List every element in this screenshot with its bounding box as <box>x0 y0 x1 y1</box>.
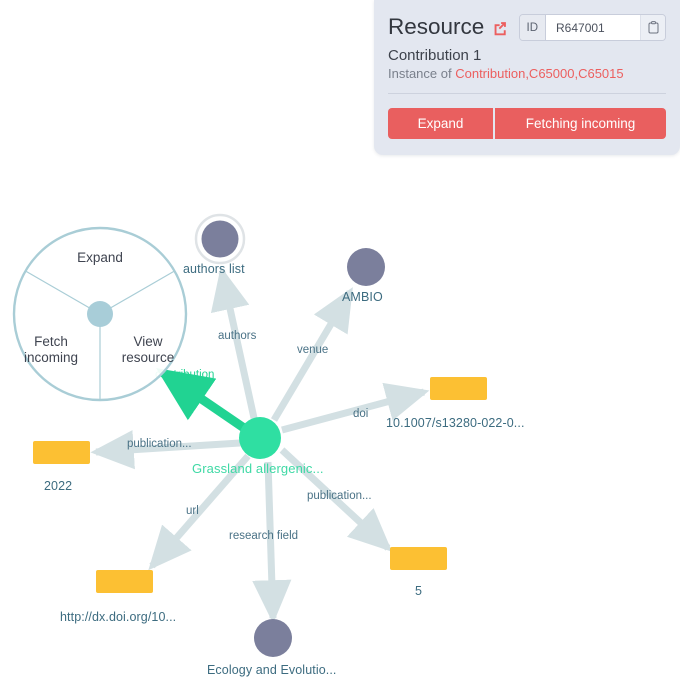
resource-id-label: ID <box>519 15 546 40</box>
node-year[interactable] <box>33 441 90 464</box>
card-divider <box>388 93 666 94</box>
radial-menu-hub[interactable] <box>87 301 113 327</box>
radial-item-view-resource-line1: View <box>133 334 163 349</box>
radial-item-fetch-incoming[interactable]: Fetch incoming <box>13 334 89 366</box>
expand-button[interactable]: Expand <box>388 108 493 139</box>
node-pages[interactable] <box>390 547 447 570</box>
external-link-glyph <box>494 21 507 35</box>
radial-item-view-resource-line2: resource <box>121 350 175 365</box>
instance-of-prefix: Instance of <box>388 66 456 81</box>
radial-item-fetch-incoming-line1: Fetch <box>34 334 68 349</box>
node-label-center: Grassland allergenic... <box>192 461 324 476</box>
edge-label-doi: doi <box>353 408 369 420</box>
node-label-doi: 10.1007/s13280-022-0... <box>386 416 525 430</box>
card-header-row: Resource ID R647001 <box>388 14 666 41</box>
radial-context-menu[interactable]: Expand Fetch incoming View resource <box>12 226 188 402</box>
radial-item-expand[interactable]: Expand <box>60 250 140 266</box>
resource-info-card: Resource ID R647001 Contribution 1 Insta… <box>374 0 680 155</box>
instance-of-row: Instance of Contribution,C65000,C65015 <box>388 66 666 81</box>
fetch-incoming-button[interactable]: Fetching incoming <box>495 108 666 139</box>
radial-item-fetch-incoming-line2: incoming <box>23 350 79 365</box>
clipboard-glyph <box>648 21 658 34</box>
radial-item-view-resource[interactable]: View resource <box>110 334 186 366</box>
edge-label-publication-left: publication... <box>127 438 192 450</box>
card-action-buttons: Expand Fetching incoming <box>388 108 666 139</box>
edge-authors[interactable] <box>210 266 258 419</box>
node-center[interactable] <box>239 417 281 459</box>
node-label-ecology: Ecology and Evolutio... <box>207 663 337 677</box>
node-doi[interactable] <box>430 377 487 400</box>
clipboard-copy-icon[interactable] <box>640 15 665 40</box>
edge-label-url: url <box>186 505 199 517</box>
resource-label: Contribution 1 <box>388 47 482 64</box>
resource-id-value[interactable]: R647001 <box>546 15 640 40</box>
edge-label-publication-right: publication... <box>307 490 372 502</box>
node-authors-list[interactable] <box>201 220 239 258</box>
instance-of-links[interactable]: Contribution,C65000,C65015 <box>455 66 623 81</box>
node-label-pages: 5 <box>415 584 423 598</box>
edge-label-authors: authors <box>218 330 257 342</box>
page-title: Resource <box>388 14 485 40</box>
card-title-group: Resource <box>388 16 508 39</box>
resource-id-group: ID R647001 <box>518 14 666 41</box>
node-label-year: 2022 <box>44 479 73 493</box>
edge-venue[interactable] <box>270 287 354 422</box>
node-url[interactable] <box>96 570 153 593</box>
edge-label-research-field: research field <box>229 530 299 542</box>
edge-label-venue: venue <box>297 344 329 356</box>
node-ambio[interactable] <box>347 248 385 286</box>
node-ecology[interactable] <box>254 619 292 657</box>
node-label-authors-list: authors list <box>183 262 245 276</box>
node-label-url: http://dx.doi.org/10... <box>60 610 177 624</box>
node-label-ambio: AMBIO <box>342 290 383 304</box>
external-link-icon[interactable] <box>492 20 508 36</box>
